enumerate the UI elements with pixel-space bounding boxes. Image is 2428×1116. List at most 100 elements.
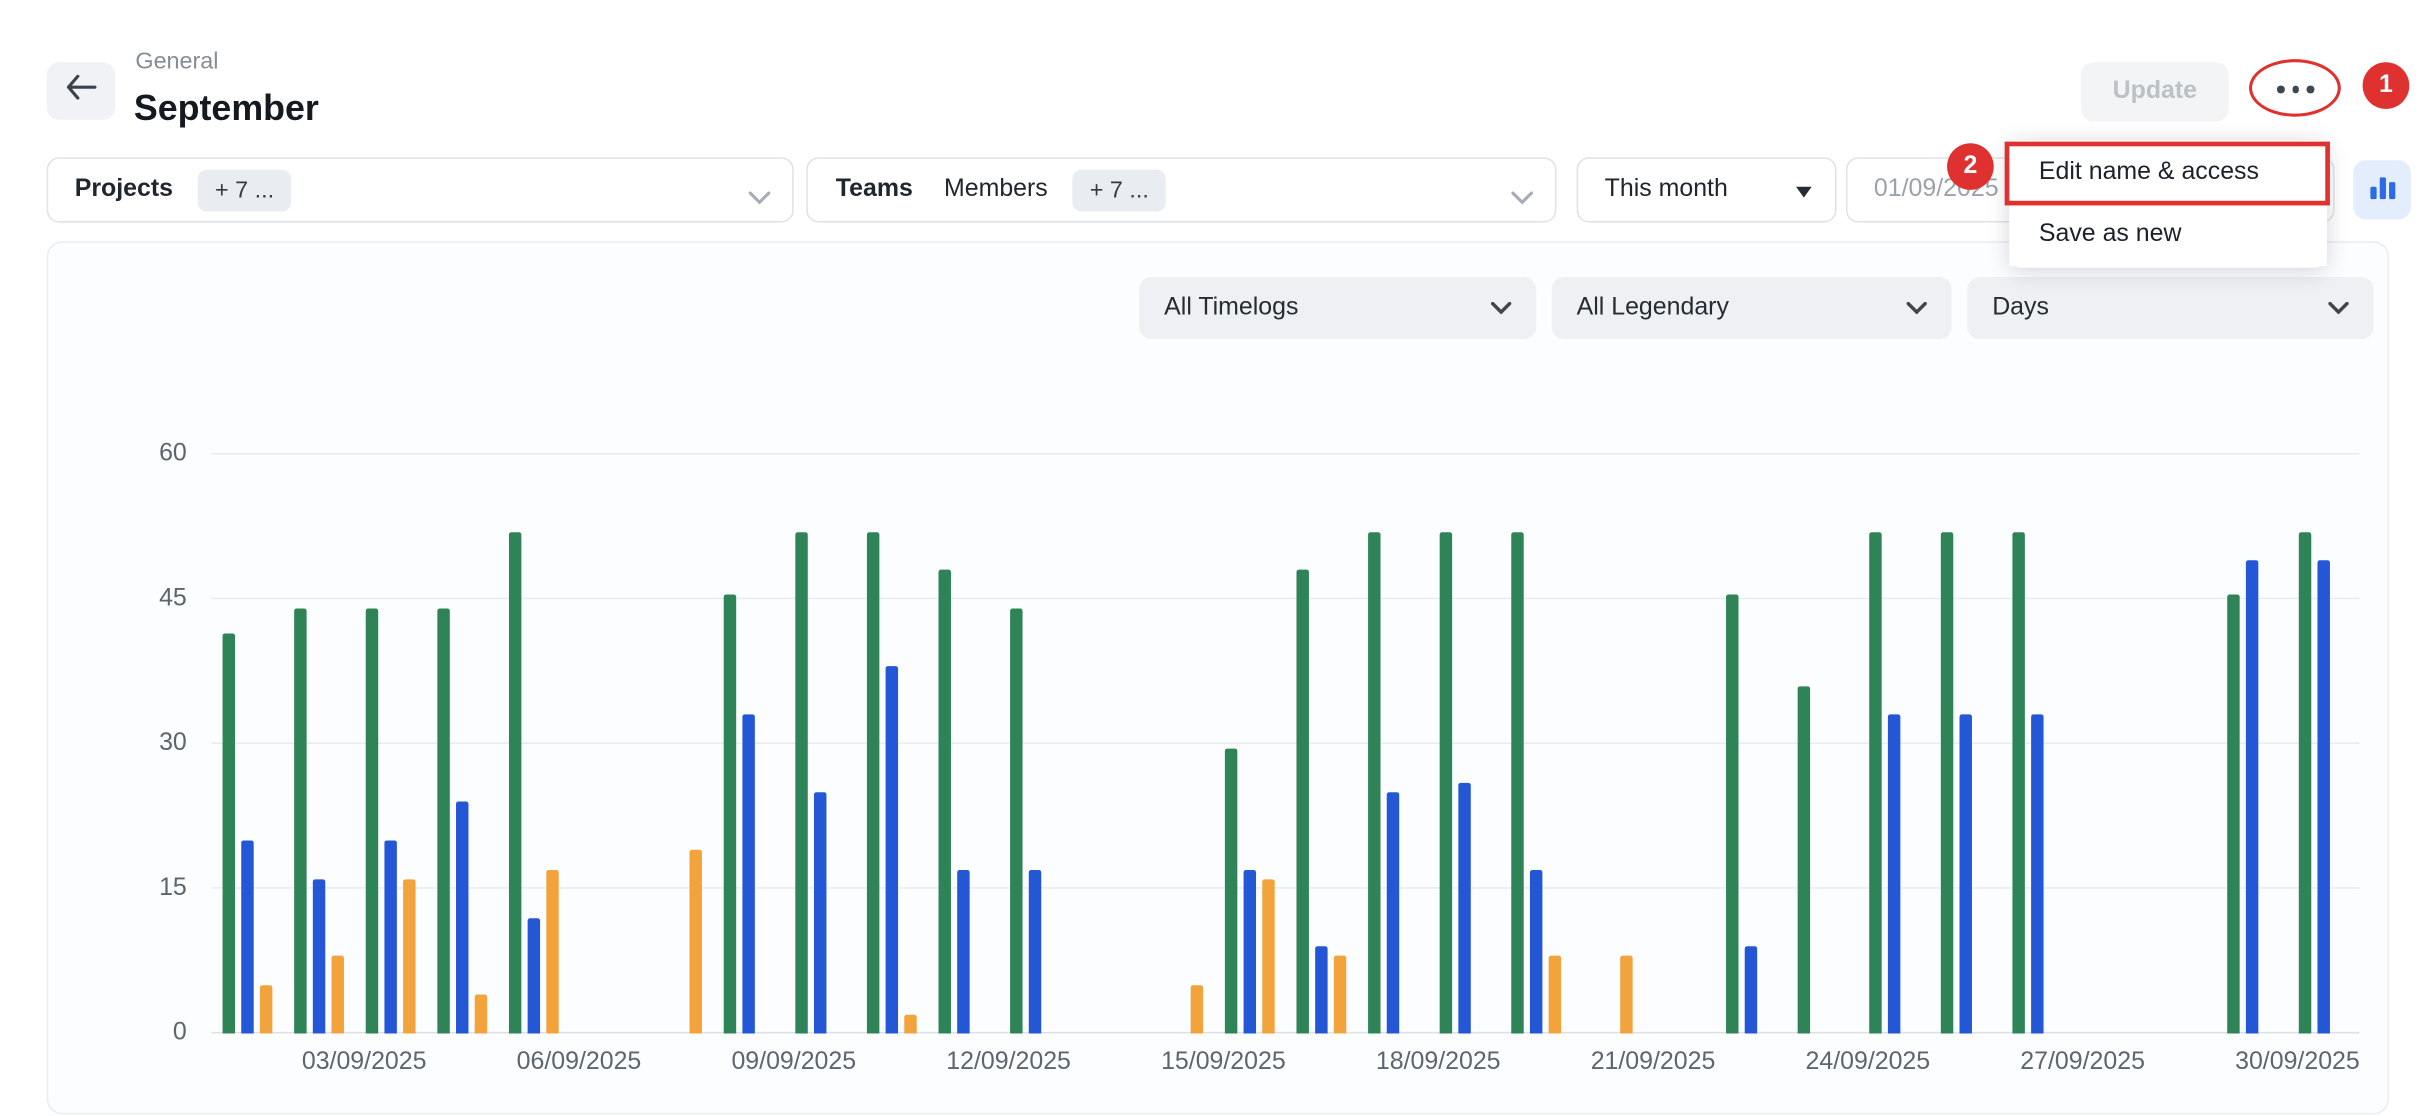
bar-blue	[886, 667, 898, 1034]
bar-blue	[456, 802, 468, 1034]
y-axis-tick-label: 45	[118, 584, 186, 615]
bar-blue	[2246, 561, 2258, 1034]
x-axis-tick	[257, 1049, 302, 1077]
chart-view-button[interactable]	[2353, 160, 2411, 219]
ellipsis-icon	[2292, 86, 2299, 93]
more-options-button[interactable]	[2260, 68, 2332, 110]
x-axis-tick: 09/09/2025	[731, 1049, 856, 1077]
bar-group	[2002, 454, 2074, 1033]
x-axis-tick	[856, 1049, 901, 1077]
bar-orange	[546, 869, 558, 1033]
chart-controls: All Timelogs All Legendary Days	[1139, 277, 2373, 339]
bar-blue	[384, 840, 396, 1033]
interval-select[interactable]: Days	[1967, 277, 2373, 339]
bar-green	[223, 633, 235, 1033]
bar-green	[795, 532, 807, 1034]
update-button[interactable]: Update	[2081, 62, 2229, 121]
legendary-filter-select[interactable]: All Legendary	[1552, 277, 1952, 339]
x-axis-tick	[2145, 1049, 2190, 1077]
chart-panel: All Timelogs All Legendary Days 03/09/	[47, 241, 2389, 1114]
x-axis-tick: 24/09/2025	[1805, 1049, 1930, 1077]
bar-group	[784, 454, 856, 1033]
annotation-step-badge-2: 2	[1947, 143, 1994, 190]
chevron-down-icon	[2328, 294, 2348, 322]
bar-blue	[742, 715, 754, 1033]
bar-green	[1440, 532, 1452, 1034]
members-filter-label[interactable]: Members	[944, 176, 1048, 204]
bar-group	[570, 454, 642, 1033]
projects-filter-label: Projects	[75, 176, 173, 204]
timelogs-filter-select[interactable]: All Timelogs	[1139, 277, 1536, 339]
bars-row	[212, 454, 2360, 1033]
bar-group	[2288, 454, 2360, 1033]
bar-group	[426, 454, 498, 1033]
menu-item-edit-name-access[interactable]: Edit name & access	[2009, 142, 2327, 204]
bar-green	[437, 609, 449, 1034]
bar-group	[999, 454, 1071, 1033]
teams-filter-chip[interactable]: + 7 ...	[1073, 169, 1166, 211]
bar-blue	[241, 840, 253, 1033]
x-axis-tick: 12/09/2025	[946, 1049, 1071, 1077]
bar-green	[509, 532, 521, 1034]
bar-orange	[1620, 956, 1632, 1033]
bar-orange	[1334, 956, 1346, 1033]
bar-blue	[1888, 715, 1900, 1033]
bar-green	[1296, 570, 1308, 1033]
bar-group	[1644, 454, 1716, 1033]
bar-green	[1941, 532, 1953, 1034]
bar-green	[1368, 532, 1380, 1034]
bar-orange	[1549, 956, 1561, 1033]
bar-green	[1511, 532, 1523, 1034]
bar-group	[1500, 454, 1572, 1033]
x-axis-tick	[686, 1049, 731, 1077]
bar-group	[641, 454, 713, 1033]
bar-group	[355, 454, 427, 1033]
ellipsis-icon	[2277, 86, 2284, 93]
bar-blue	[1960, 715, 1972, 1033]
bar-green	[939, 570, 951, 1033]
bar-group	[1071, 454, 1143, 1033]
caret-down-icon	[1796, 187, 1812, 198]
bar-group	[713, 454, 785, 1033]
bar-green	[294, 609, 306, 1034]
bar-orange	[689, 850, 701, 1033]
x-axis-tick	[472, 1049, 517, 1077]
back-button[interactable]	[47, 62, 115, 120]
bar-blue	[957, 869, 969, 1033]
bar-group	[1787, 454, 1859, 1033]
projects-filter-chip[interactable]: + 7 ...	[198, 169, 291, 211]
projects-filter[interactable]: Projects + 7 ...	[47, 157, 794, 222]
bar-green	[1869, 532, 1881, 1034]
context-menu: Edit name & access Save as new	[2009, 140, 2327, 268]
x-axis-tick	[1760, 1049, 1805, 1077]
bar-green	[2227, 594, 2239, 1033]
bar-group	[2073, 454, 2145, 1033]
x-axis-tick	[426, 1049, 471, 1077]
x-axis-tick	[212, 1049, 257, 1077]
timelogs-filter-value: All Timelogs	[1164, 294, 1298, 322]
bar-orange	[332, 956, 344, 1033]
bar-blue	[1387, 792, 1399, 1033]
menu-item-save-as-new[interactable]: Save as new	[2009, 204, 2327, 266]
bar-orange	[403, 879, 415, 1033]
bar-group	[1429, 454, 1501, 1033]
teams-members-filter[interactable]: Teams Members + 7 ...	[806, 157, 1556, 222]
bar-orange	[475, 995, 487, 1034]
bar-green	[366, 609, 378, 1034]
x-axis-tick: 06/09/2025	[517, 1049, 642, 1077]
bar-group	[1286, 454, 1358, 1033]
bar-group	[856, 454, 928, 1033]
period-select[interactable]: This month	[1577, 157, 1837, 222]
x-axis-tick	[641, 1049, 686, 1077]
x-axis-labels: 03/09/202506/09/202509/09/202512/09/2025…	[212, 1049, 2360, 1077]
x-axis-tick: 15/09/2025	[1161, 1049, 1286, 1077]
annotation-step-badge-1: 1	[2363, 62, 2410, 109]
bar-blue	[2031, 715, 2043, 1033]
y-axis-tick-label: 60	[118, 439, 186, 470]
bar-group	[1214, 454, 1286, 1033]
period-select-value: This month	[1605, 176, 1728, 204]
x-axis-tick	[1715, 1049, 1760, 1077]
chevron-down-icon	[749, 185, 771, 213]
bar-orange	[1262, 879, 1274, 1033]
bar-green	[1726, 594, 1738, 1033]
